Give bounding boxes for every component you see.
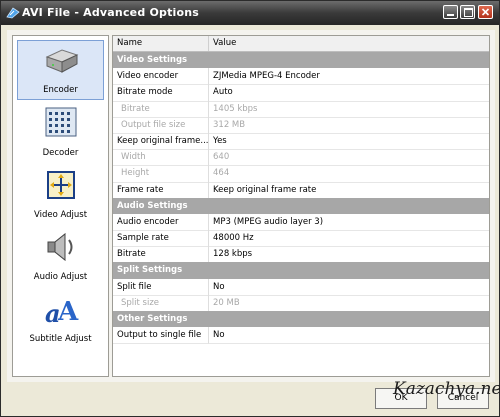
column-header-value[interactable]: Value — [213, 38, 236, 48]
video-adjust-icon — [47, 171, 75, 199]
section-header: Split Settings — [113, 262, 489, 279]
nav-item-encoder[interactable]: Encoder — [17, 40, 104, 100]
dialog-content: Encoder Decoder Video Adjust Audio Adjus… — [7, 30, 495, 382]
property-row[interactable]: Keep original frame... Yes — [113, 132, 489, 151]
property-grid: Name Value Video Settings Video encoder ZJ… — [112, 35, 490, 377]
maximize-button[interactable] — [460, 5, 475, 19]
property-name: Bitrate — [113, 100, 209, 118]
maximize-icon — [464, 8, 473, 17]
title-bar[interactable]: AVI File - Advanced Options — [1, 1, 499, 25]
app-icon — [6, 7, 20, 19]
column-divider[interactable] — [208, 36, 209, 51]
property-row[interactable]: Output to single file No — [113, 327, 489, 345]
property-row[interactable]: Width 640 — [113, 149, 489, 167]
property-name: Sample rate — [113, 230, 209, 248]
property-value: 1405 kbps — [209, 101, 489, 118]
property-row[interactable]: Height 464 — [113, 165, 489, 183]
decoder-icon — [45, 107, 77, 137]
property-name: Height — [113, 165, 209, 183]
section-title: Other Settings — [117, 314, 188, 324]
property-row[interactable]: Bitrate mode Auto — [113, 84, 489, 102]
property-value[interactable]: Auto — [209, 84, 489, 102]
property-value[interactable]: 128 kbps — [209, 246, 489, 264]
nav-label-decoder: Decoder — [42, 148, 79, 158]
property-row[interactable]: Output file size 312 MB — [113, 116, 489, 134]
grid-rows: Video Settings Video encoder ZJMedia MPEG-… — [113, 52, 489, 345]
window-title: AVI File - Advanced Options — [22, 6, 200, 19]
section-header: Audio Settings — [113, 197, 489, 214]
property-name: Frame rate — [113, 181, 209, 199]
property-value[interactable]: Keep original frame rate — [209, 182, 489, 199]
subtitle-adjust-icon: a A — [45, 297, 79, 326]
property-row[interactable]: Split size 20 MB — [113, 294, 489, 312]
property-name: Bitrate — [113, 246, 209, 264]
property-value[interactable]: Yes — [209, 133, 489, 151]
property-name: Split file — [113, 278, 209, 296]
property-value[interactable]: ZJMedia MPEG-4 Encoder — [209, 68, 489, 86]
svg-text:A: A — [57, 297, 79, 326]
property-value: 20 MB — [209, 295, 489, 312]
nav-label-subtitle-adjust: Subtitle Adjust — [29, 334, 92, 344]
property-name: Audio encoder — [113, 213, 209, 232]
nav-item-decoder[interactable]: Decoder — [17, 102, 104, 162]
options-nav: Encoder Decoder Video Adjust Audio Adjus… — [12, 35, 109, 377]
property-row[interactable]: Audio encoder MP3 (MPEG audio layer 3) — [113, 213, 489, 232]
property-name: Output to single file — [113, 327, 209, 345]
minimize-icon — [447, 14, 454, 16]
property-name: Width — [113, 149, 209, 167]
section-title: Audio Settings — [117, 200, 188, 211]
close-icon — [481, 8, 490, 16]
property-row[interactable]: Sample rate 48000 Hz — [113, 230, 489, 248]
audio-adjust-icon — [47, 232, 73, 262]
watermark: Kazachya.net — [393, 379, 500, 399]
section-header: Video Settings — [113, 52, 489, 69]
property-row[interactable]: Video encoder ZJMedia MPEG-4 Encoder — [113, 68, 489, 86]
property-name: Output file size — [113, 116, 209, 134]
advanced-options-window: AVI File - Advanced Options Encoder Deco… — [0, 0, 500, 417]
property-row[interactable]: Split file No — [113, 278, 489, 296]
property-row[interactable]: Bitrate 128 kbps — [113, 246, 489, 264]
section-title: Video Settings — [117, 55, 188, 65]
nav-label-encoder: Encoder — [43, 85, 78, 95]
property-value: 464 — [209, 165, 489, 183]
nav-label-video-adjust: Video Adjust — [33, 210, 88, 220]
nav-label-audio-adjust: Audio Adjust — [33, 272, 88, 282]
property-value[interactable]: 48000 Hz — [209, 230, 489, 248]
section-title: Split Settings — [117, 265, 183, 276]
property-name: Keep original frame... — [113, 132, 209, 151]
property-value[interactable]: No — [209, 279, 489, 296]
grid-header: Name Value — [113, 36, 489, 52]
property-value[interactable]: No — [209, 327, 489, 345]
close-button[interactable] — [478, 5, 493, 19]
property-value: 640 — [209, 149, 489, 167]
property-value: 312 MB — [209, 117, 489, 134]
column-header-name[interactable]: Name — [117, 38, 142, 48]
nav-item-subtitle-adjust[interactable]: a A Subtitle Adjust — [17, 288, 104, 348]
property-value[interactable]: MP3 (MPEG audio layer 3) — [209, 214, 489, 232]
property-name: Video encoder — [113, 68, 209, 86]
property-row[interactable]: Frame rate Keep original frame rate — [113, 181, 489, 199]
nav-item-audio-adjust[interactable]: Audio Adjust — [17, 226, 104, 286]
encoder-icon — [45, 49, 79, 73]
section-header: Other Settings — [113, 311, 489, 328]
nav-item-video-adjust[interactable]: Video Adjust — [17, 164, 104, 224]
property-name: Bitrate mode — [113, 84, 209, 102]
property-name: Split size — [113, 294, 209, 312]
property-row[interactable]: Bitrate 1405 kbps — [113, 100, 489, 118]
minimize-button[interactable] — [443, 5, 458, 19]
